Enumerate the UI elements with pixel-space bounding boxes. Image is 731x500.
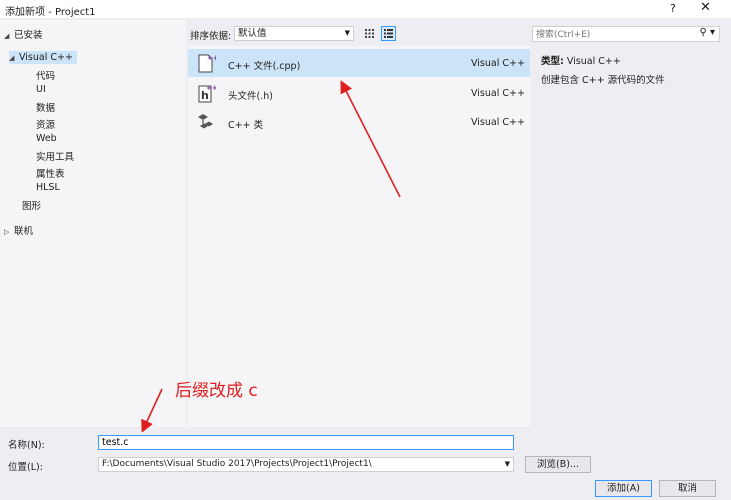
tree-item-installed[interactable]: ◢ 已安装 xyxy=(4,27,43,41)
sort-label: 排序依据: xyxy=(190,31,232,42)
expand-arrow-icon[interactable]: ▷ xyxy=(4,228,14,236)
tree-item-visual-cpp[interactable]: ◢ Visual C++ xyxy=(9,51,77,64)
search-box[interactable]: ⚲ ▾ xyxy=(532,26,720,43)
tree-item-web[interactable]: Web xyxy=(36,133,57,144)
template-type: 类型: Visual C++ xyxy=(541,53,621,67)
template-name: 头文件(.h) xyxy=(228,91,273,102)
tree-item-utility[interactable]: 实用工具 xyxy=(36,149,74,163)
header-file-icon: h ++ xyxy=(196,83,218,103)
location-select[interactable]: F:\Documents\Visual Studio 2017\Projects… xyxy=(98,457,514,472)
tree-item-ui[interactable]: UI xyxy=(36,84,46,95)
add-button[interactable]: 添加(A) xyxy=(595,480,652,497)
details-pane xyxy=(532,46,731,427)
template-item-cpp-class[interactable]: C++ 类 Visual C++ xyxy=(188,108,530,136)
template-item-header-file[interactable]: h ++ 头文件(.h) Visual C++ xyxy=(188,79,530,107)
grid-view-icon[interactable] xyxy=(362,26,377,41)
template-language: Visual C++ xyxy=(471,58,525,69)
collapse-arrow-icon[interactable]: ◢ xyxy=(4,32,14,40)
template-name: C++ 类 xyxy=(228,120,264,131)
search-input[interactable] xyxy=(533,27,698,43)
name-label: 名称(N): xyxy=(8,440,45,451)
help-button[interactable]: ? xyxy=(670,2,676,15)
title-bar: 添加新项 - Project1 ? ✕ xyxy=(0,0,731,18)
tree-item-graphics[interactable]: 图形 xyxy=(22,198,41,212)
tree-item-property-sheet[interactable]: 属性表 xyxy=(36,166,65,180)
template-description: 创建包含 C++ 源代码的文件 xyxy=(541,75,665,86)
window-title: 添加新项 - Project1 xyxy=(5,7,96,18)
close-button[interactable]: ✕ xyxy=(700,0,711,15)
template-language: Visual C++ xyxy=(471,117,525,128)
chevron-down-icon: ▼ xyxy=(344,29,350,37)
class-icon xyxy=(196,112,216,132)
tree-item-hlsl[interactable]: HLSL xyxy=(36,182,60,193)
sort-select[interactable]: 默认值 ▼ xyxy=(234,26,354,41)
location-label: 位置(L): xyxy=(8,462,43,473)
search-icon[interactable]: ⚲ ▾ xyxy=(699,27,715,38)
type-key: 类型: xyxy=(541,56,564,67)
browse-button[interactable]: 浏览(B)... xyxy=(525,456,591,473)
collapse-arrow-icon[interactable]: ◢ xyxy=(9,54,19,62)
list-view-icon[interactable] xyxy=(381,26,396,41)
chevron-down-icon: ▼ xyxy=(504,460,510,468)
tree-item-data[interactable]: 数据 xyxy=(36,100,55,114)
template-item-cpp-file[interactable]: ++ C++ 文件(.cpp) Visual C++ xyxy=(188,49,530,77)
cancel-button[interactable]: 取消 xyxy=(659,480,716,497)
tree-item-code[interactable]: 代码 xyxy=(36,68,55,82)
tree-item-online[interactable]: ▷ 联机 xyxy=(4,223,33,237)
tree-item-resource[interactable]: 资源 xyxy=(36,117,55,131)
type-value: Visual C++ xyxy=(566,56,621,67)
svg-text:++: ++ xyxy=(207,54,216,62)
svg-text:++: ++ xyxy=(206,84,216,92)
name-input[interactable] xyxy=(98,435,514,450)
template-name: C++ 文件(.cpp) xyxy=(228,61,301,72)
template-language: Visual C++ xyxy=(471,88,525,99)
cpp-file-icon: ++ xyxy=(196,53,219,73)
annotation-note: 后缀改成 c xyxy=(175,381,258,401)
